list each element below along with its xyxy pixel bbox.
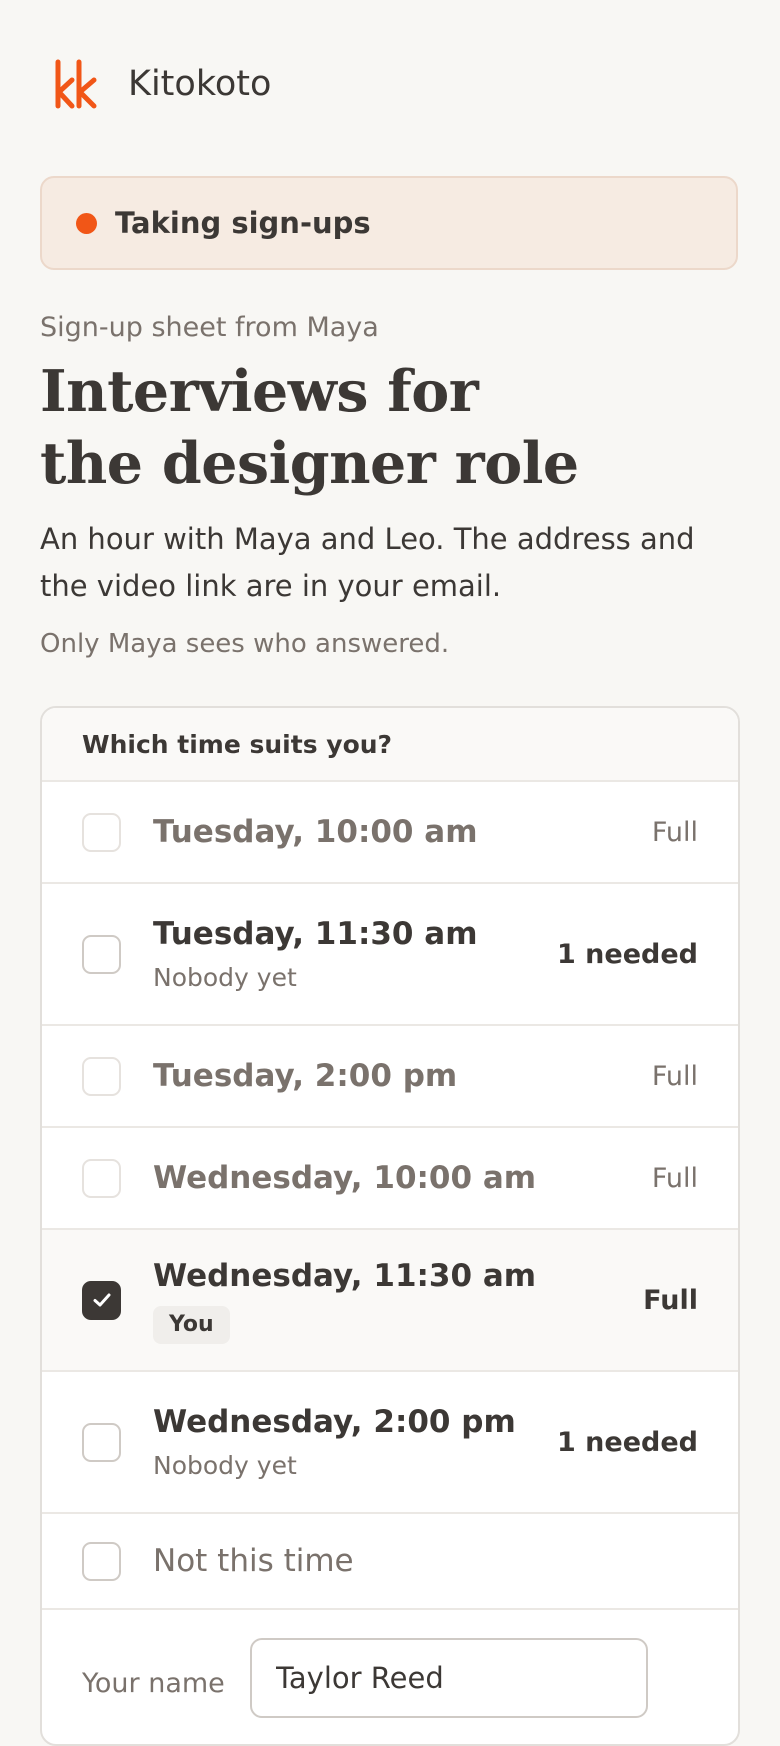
slot-time: Tuesday, 11:30 am (153, 916, 478, 952)
slot-info: Wednesday, 2:00 pm Nobody yet (153, 1402, 557, 1482)
slot-time: Tuesday, 2:00 pm (153, 1058, 458, 1094)
slot-status: Full (651, 1060, 698, 1092)
status-dot-icon (76, 212, 97, 234)
slot-status: Full (643, 1284, 698, 1316)
time-question-card: Which time suits you? Tuesday, 10:00 am … (40, 706, 740, 1746)
name-row: Your name (42, 1610, 738, 1744)
slot-row[interactable]: Wednesday, 10:00 am Full (42, 1128, 738, 1230)
opt-out-checkbox[interactable] (82, 1541, 121, 1581)
slot-checkbox-checked[interactable] (82, 1280, 121, 1320)
slot-row[interactable]: Tuesday, 10:00 am Full (42, 782, 738, 884)
slot-info: Wednesday, 11:30 am You (153, 1256, 643, 1344)
brand-logo (54, 58, 100, 110)
page-title-line-2: the designer role (40, 430, 579, 497)
slot-status: Full (651, 1162, 698, 1194)
slot-status: 1 needed (557, 1426, 698, 1458)
slot-row[interactable]: Wednesday, 2:00 pm Nobody yet 1 needed (42, 1372, 738, 1514)
kitokoto-logo-icon (55, 59, 97, 109)
slot-checkbox[interactable] (82, 1056, 121, 1096)
slot-status: 1 needed (557, 938, 698, 970)
slot-attendees: Nobody yet (153, 963, 297, 992)
slot-checkbox[interactable] (82, 1158, 121, 1198)
you-badge: You (153, 1306, 230, 1344)
name-label: Your name (82, 1668, 225, 1699)
slot-time: Wednesday, 10:00 am (153, 1160, 537, 1196)
slot-time: Wednesday, 11:30 am (153, 1258, 537, 1294)
slot-info: Tuesday, 11:30 am Nobody yet (153, 914, 557, 994)
name-input[interactable] (250, 1638, 648, 1718)
opt-out-row[interactable]: Not this time (42, 1514, 738, 1610)
slot-row-selected[interactable]: Wednesday, 11:30 am You Full (42, 1230, 738, 1372)
status-label: Taking sign-ups (115, 206, 371, 240)
slot-row[interactable]: Tuesday, 2:00 pm Full (42, 1026, 738, 1128)
slot-attendees: Nobody yet (153, 1451, 297, 1480)
slot-checkbox[interactable] (82, 1422, 121, 1462)
slot-time: Wednesday, 2:00 pm (153, 1404, 516, 1440)
app-name: Kitokoto (128, 64, 272, 104)
slot-checkbox[interactable] (82, 934, 121, 974)
slot-info: Wednesday, 10:00 am (153, 1158, 652, 1198)
opt-out-label: Not this time (153, 1543, 354, 1579)
privacy-note: Only Maya sees who answered. (40, 629, 450, 659)
slot-status: Full (651, 816, 698, 848)
slot-info: Tuesday, 10:00 am (153, 812, 652, 852)
page: Kitokoto Taking sign-ups Sign-up sheet f… (0, 0, 780, 1746)
status-banner: Taking sign-ups (40, 176, 738, 270)
slot-info: Tuesday, 2:00 pm (153, 1056, 652, 1096)
question-label: Which time suits you? (42, 708, 738, 782)
slot-row[interactable]: Tuesday, 11:30 am Nobody yet 1 needed (42, 884, 738, 1026)
checkmark-icon (93, 1293, 110, 1307)
slot-checkbox[interactable] (82, 812, 121, 852)
slot-time: Tuesday, 10:00 am (153, 814, 478, 850)
sheet-description: An hour with Maya and Leo. The address a… (40, 522, 695, 603)
page-title-line-1: Interviews for (40, 358, 479, 425)
page-title: Interviews for the designer role (40, 356, 740, 500)
sheet-owner: Sign-up sheet from Maya (40, 312, 379, 343)
